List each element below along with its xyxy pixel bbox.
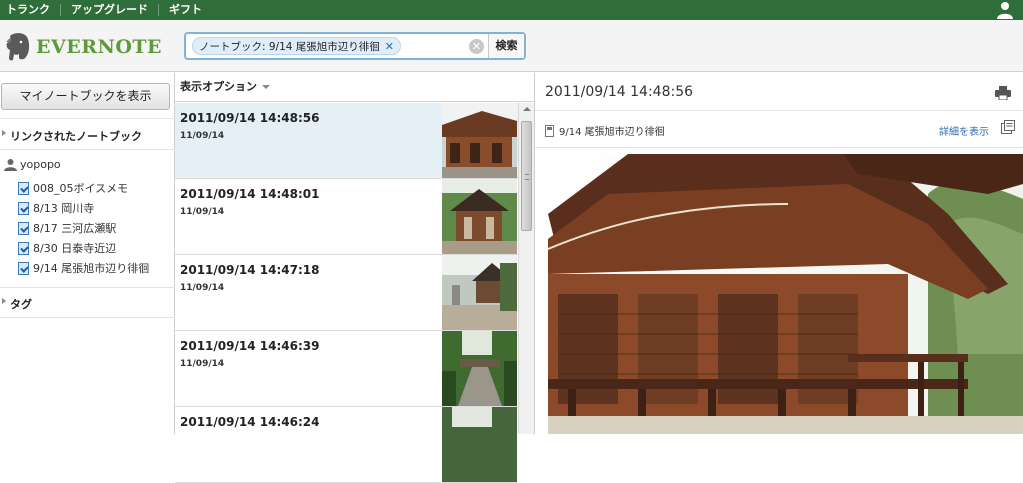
note-date: 11/09/14 <box>180 359 225 369</box>
linked-notebooks-label: リンクされたノートブック <box>10 130 142 143</box>
notebook-label: 8/13 岡川寺 <box>33 202 95 215</box>
note-row[interactable]: 2011/09/14 14:48:01 11/09/14 <box>175 179 518 255</box>
caret-down-icon <box>262 85 270 89</box>
sidebar-divider <box>0 287 175 288</box>
note-row[interactable]: 2011/09/14 14:46:24 <box>175 407 518 483</box>
sidebar-divider <box>0 149 175 150</box>
logo-wordmark: EVERNOTE <box>36 36 163 58</box>
note-thumbnail <box>442 103 517 178</box>
note-photo-shrine <box>548 154 1023 434</box>
app-header: EVERNOTE ノートブック: 9/14 尾張旭市辺り徘徊 ✕ ✕ 検索 <box>0 20 1023 72</box>
user-icon[interactable] <box>997 1 1013 19</box>
note-thumbnail <box>442 407 517 482</box>
search-button[interactable]: 検索 <box>488 34 524 58</box>
view-options-label: 表示オプション <box>180 80 257 93</box>
note-thumbnail <box>442 255 517 330</box>
notebook-filter-token[interactable]: ノートブック: 9/14 尾張旭市辺り徘徊 ✕ <box>192 37 402 55</box>
scrollbar-thumb[interactable] <box>521 121 532 231</box>
note-title: 2011/09/14 14:48:01 <box>180 187 320 201</box>
notebook-icon <box>18 261 29 275</box>
nav-upgrade-link[interactable]: アップグレード <box>65 0 154 20</box>
search-box[interactable]: ノートブック: 9/14 尾張旭市辺り徘徊 ✕ ✕ 検索 <box>184 32 526 60</box>
note-date: 11/09/14 <box>180 283 225 293</box>
note-detail-title[interactable]: 2011/09/14 14:48:56 <box>545 84 693 100</box>
notebook-item[interactable]: 8/13 岡川寺 <box>18 200 94 216</box>
nav-separator <box>158 4 159 16</box>
note-title: 2011/09/14 14:46:24 <box>180 415 320 429</box>
evernote-logo[interactable]: EVERNOTE <box>4 32 162 62</box>
nav-trunk-link[interactable]: トランク <box>0 0 56 20</box>
note-notebook-label: 9/14 尾張旭市辺り徘徊 <box>559 127 665 138</box>
note-list-scrollbar[interactable] <box>518 103 534 434</box>
note-detail-pane: 2011/09/14 14:48:56 9/14 尾張旭市辺り徘徊 詳細を表示 <box>535 73 1023 434</box>
sidebar: マイノートブックを表示 リンクされたノートブック yopopo 008_05ボイ… <box>0 73 175 434</box>
printer-icon[interactable] <box>995 86 1011 100</box>
notebook-icon <box>18 181 29 195</box>
note-title: 2011/09/14 14:48:56 <box>180 111 320 125</box>
notebook-item-selected[interactable]: 9/14 尾張旭市辺り徘徊 <box>18 260 149 276</box>
linked-notebooks-heading[interactable]: リンクされたノートブック <box>0 128 175 144</box>
note-row[interactable]: 2011/09/14 14:46:39 11/09/14 <box>175 331 518 407</box>
tags-heading[interactable]: タグ <box>0 296 175 312</box>
notebook-label: 8/17 三河広瀬駅 <box>33 222 117 235</box>
clear-search-icon[interactable]: ✕ <box>469 39 484 54</box>
notebook-label: 8/30 日泰寺近辺 <box>33 242 117 255</box>
note-list: 表示オプション 2011/09/14 14:48:56 11/09/14 201… <box>175 73 535 483</box>
note-row[interactable]: 2011/09/14 14:47:18 11/09/14 <box>175 255 518 331</box>
view-options-dropdown[interactable]: 表示オプション <box>175 73 534 102</box>
notebook-item[interactable]: 8/30 日泰寺近辺 <box>18 240 116 256</box>
note-info-icon[interactable] <box>1001 120 1015 134</box>
notebook-icon <box>545 124 554 137</box>
show-details-link[interactable]: 詳細を表示 <box>939 123 989 138</box>
notebook-owner[interactable]: yopopo <box>4 158 61 171</box>
filter-token-label: ノートブック: 9/14 尾張旭市辺り徘徊 <box>199 40 380 53</box>
grip-icon <box>525 174 529 180</box>
notebook-item[interactable]: 8/17 三河広瀬駅 <box>18 220 116 236</box>
note-date: 11/09/14 <box>180 207 225 217</box>
notebook-icon <box>18 201 29 215</box>
notebook-item[interactable]: 008_05ボイスメモ <box>18 180 128 196</box>
expand-arrow-icon <box>2 130 6 136</box>
note-title: 2011/09/14 14:47:18 <box>180 263 320 277</box>
top-navigation-bar: トランク アップグレード ギフト <box>0 0 1023 20</box>
sidebar-divider <box>0 317 175 318</box>
notebook-label: 008_05ボイスメモ <box>33 182 129 195</box>
note-meta-bar: 9/14 尾張旭市辺り徘徊 詳細を表示 <box>535 110 1023 148</box>
note-thumbnail <box>442 331 517 406</box>
note-thumbnail <box>442 179 517 254</box>
tags-label: タグ <box>10 298 32 311</box>
elephant-icon <box>6 33 30 61</box>
scroll-up-arrow-icon[interactable] <box>523 107 531 111</box>
owner-name: yopopo <box>20 158 61 171</box>
expand-arrow-icon <box>2 298 6 304</box>
notebook-icon <box>18 221 29 235</box>
person-icon <box>4 159 17 171</box>
remove-filter-icon[interactable]: ✕ <box>385 40 394 53</box>
note-date: 11/09/14 <box>180 131 225 141</box>
note-notebook[interactable]: 9/14 尾張旭市辺り徘徊 <box>545 123 665 138</box>
note-row[interactable]: 2011/09/14 14:48:56 11/09/14 <box>175 103 518 179</box>
notebook-icon <box>18 241 29 255</box>
my-notebooks-button[interactable]: マイノートブックを表示 <box>1 83 170 110</box>
notebook-label: 9/14 尾張旭市辺り徘徊 <box>33 262 150 275</box>
note-title: 2011/09/14 14:46:39 <box>180 339 320 353</box>
sidebar-divider <box>0 118 175 119</box>
nav-gift-link[interactable]: ギフト <box>163 0 208 20</box>
nav-separator <box>60 4 61 16</box>
